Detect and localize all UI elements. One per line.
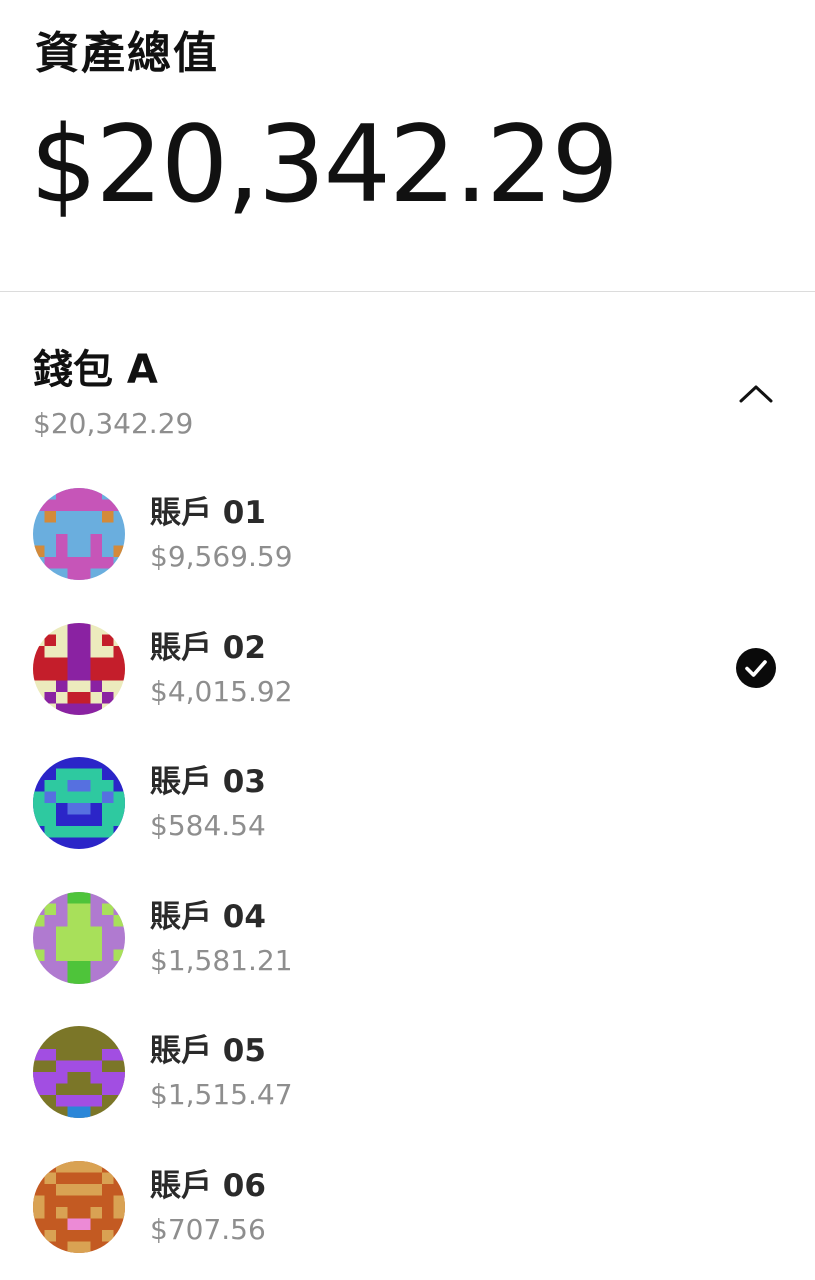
- account-avatar: [33, 757, 125, 849]
- account-name: 賬戶 01: [150, 495, 266, 531]
- account-name: 賬戶 04: [150, 898, 266, 935]
- account-avatar: [33, 622, 125, 715]
- chevron-up-icon: [739, 385, 773, 403]
- account-balance: $9,569.59: [150, 540, 293, 573]
- account-name: 賬戶 02: [150, 629, 266, 666]
- account-row[interactable]: 賬戶 03 $584.54: [0, 736, 815, 871]
- account-row[interactable]: 賬戶 01 $9,569.59: [0, 467, 815, 602]
- account-avatar: [33, 891, 125, 984]
- account-row[interactable]: 賬戶 02 $4,015.92: [0, 602, 815, 737]
- account-avatar: [33, 1160, 125, 1253]
- total-assets-label: 資產總值: [35, 28, 219, 79]
- wallet-name: 錢包 A: [33, 347, 158, 393]
- account-row[interactable]: 賬戶 05 $1,515.47: [0, 1005, 815, 1140]
- account-avatar: [33, 1026, 125, 1118]
- account-list: 賬戶 01 $9,569.59 賬戶 02 $4,015.92 賬戶 03 $5…: [0, 467, 815, 1274]
- collapse-toggle-button[interactable]: [728, 370, 784, 418]
- wallet-header[interactable]: 錢包 A $20,342.29: [0, 330, 815, 450]
- account-row[interactable]: 賬戶 06 $707.56: [0, 1140, 815, 1275]
- account-name: 賬戶 03: [150, 764, 266, 800]
- account-balance: $584.54: [150, 809, 266, 842]
- section-divider: [0, 291, 815, 292]
- wallet-total: $20,342.29: [33, 407, 194, 440]
- account-balance: $1,515.47: [150, 1078, 293, 1111]
- account-balance: $707.56: [150, 1212, 266, 1246]
- total-assets-value: $20,342.29: [30, 103, 619, 226]
- account-name: 賬戶 05: [150, 1033, 266, 1069]
- total-assets-section: 資產總值 $20,342.29: [0, 0, 815, 292]
- check-circle-icon: [736, 648, 776, 688]
- account-balance: $4,015.92: [150, 674, 293, 708]
- account-avatar: [33, 488, 125, 580]
- account-balance: $1,581.21: [150, 943, 293, 977]
- account-row[interactable]: 賬戶 04 $1,581.21: [0, 871, 815, 1006]
- account-name: 賬戶 06: [150, 1167, 266, 1204]
